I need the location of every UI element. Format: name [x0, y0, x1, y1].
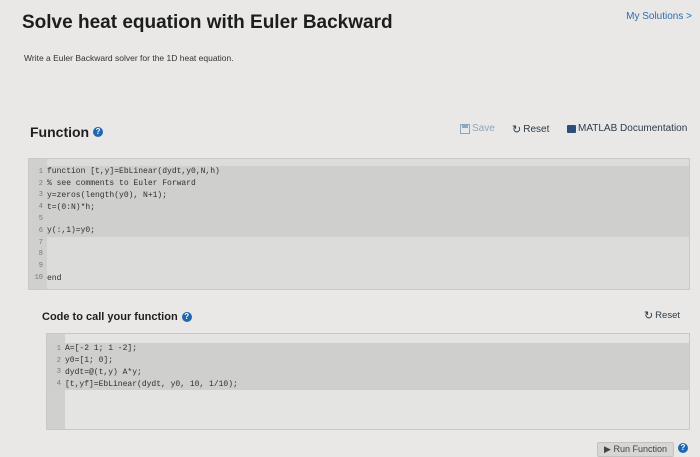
reset-button[interactable]: ↻ Reset	[512, 123, 549, 136]
function-code-editor[interactable]: 1 function [t,y]=EbLinear(dydt,y0,N,h) 2 % …	[28, 158, 690, 290]
problem-description: Write a Euler Backward solver for the 1D…	[24, 53, 234, 63]
code-text: % see comments to Euler Forward	[47, 179, 196, 189]
code-line[interactable]: 4 [t,yf]=EbLinear(dydt, y0, 10, 1/10);	[47, 378, 689, 391]
line-number: 6	[38, 226, 43, 235]
code-line[interactable]: 2 % see comments to Euler Forward	[29, 177, 689, 190]
line-number: 2	[38, 179, 43, 188]
call-code-editor[interactable]: 1 A=[-2 1; 1 -2]; 2 y0=[1; 0]; 3 dydt=@(t,y) …	[46, 333, 690, 430]
code-line[interactable]: 1 A=[-2 1; 1 -2];	[47, 343, 689, 355]
run-function-label: Run Function	[613, 444, 667, 454]
line-number: 3	[56, 368, 61, 377]
call-code-heading-label: Code to call your function	[42, 311, 178, 323]
code-line[interactable]: 10 end	[29, 272, 689, 284]
code-line[interactable]: 3 dydt=@(t,y) A*y;	[47, 366, 689, 379]
line-number: 1	[38, 167, 43, 176]
page-title: Solve heat equation with Euler Backward	[22, 12, 393, 33]
save-label: Save	[472, 123, 495, 134]
line-number: 10	[34, 274, 43, 283]
help-icon[interactable]: ?	[93, 127, 104, 137]
my-solutions-link[interactable]: My Solutions >	[626, 11, 692, 22]
call-reset-button[interactable]: ↻ Reset	[644, 309, 680, 322]
code-text: [t,yf]=EbLinear(dydt, y0, 10, 1/10);	[65, 379, 238, 389]
code-line[interactable]: 4 t=(0:N)*h;	[29, 201, 689, 214]
help-icon[interactable]: ?	[678, 443, 688, 453]
code-text: y0=[1; 0];	[65, 356, 114, 366]
book-icon	[567, 124, 576, 133]
line-number: 9	[38, 262, 43, 271]
code-text: t=(0:N)*h;	[47, 202, 96, 212]
line-number: 5	[38, 215, 43, 224]
code-line[interactable]: 3 y=zeros(length(y0), N+1);	[29, 189, 689, 202]
code-line[interactable]: 2 y0=[1; 0];	[47, 354, 689, 367]
line-number: 1	[56, 344, 61, 353]
code-line[interactable]: 5	[29, 213, 689, 225]
line-number: 4	[38, 203, 43, 212]
help-icon[interactable]: ?	[181, 312, 192, 322]
code-line[interactable]: 7	[29, 237, 689, 249]
line-number: 2	[56, 356, 61, 365]
refresh-icon: ↻	[512, 124, 522, 136]
play-icon: ▶	[604, 444, 611, 454]
call-code-heading: Code to call your function ?	[42, 311, 192, 323]
code-line[interactable]: 8	[29, 249, 689, 261]
save-button[interactable]: Save	[460, 123, 495, 134]
code-text: y(:,1)=y0;	[47, 226, 96, 236]
code-text: end	[47, 273, 62, 283]
line-number: 3	[38, 191, 43, 200]
code-text: function [t,y]=EbLinear(dydt,y0,N,h)	[47, 167, 220, 177]
line-number: 8	[38, 250, 43, 259]
call-reset-label: Reset	[655, 310, 680, 321]
line-number: 4	[56, 380, 61, 389]
code-line[interactable]: 1 function [t,y]=EbLinear(dydt,y0,N,h)	[29, 166, 689, 178]
matlab-documentation-link[interactable]: MATLAB Documentation	[567, 123, 687, 134]
code-text: y=zeros(length(y0), N+1);	[47, 190, 168, 200]
code-text: A=[-2 1; 1 -2];	[65, 344, 138, 354]
matlab-documentation-label: MATLAB Documentation	[578, 123, 688, 134]
code-line[interactable]: 6 y(:,1)=y0;	[29, 224, 689, 237]
reset-label: Reset	[523, 124, 550, 135]
line-number: 7	[38, 238, 43, 247]
function-heading: Function ?	[30, 124, 104, 140]
save-icon	[460, 123, 470, 134]
code-line[interactable]: 9	[29, 260, 689, 272]
function-heading-label: Function	[30, 124, 90, 140]
refresh-icon: ↻	[643, 310, 654, 322]
run-function-button[interactable]: ▶ Run Function	[597, 442, 674, 457]
code-text: dydt=@(t,y) A*y;	[65, 367, 142, 377]
